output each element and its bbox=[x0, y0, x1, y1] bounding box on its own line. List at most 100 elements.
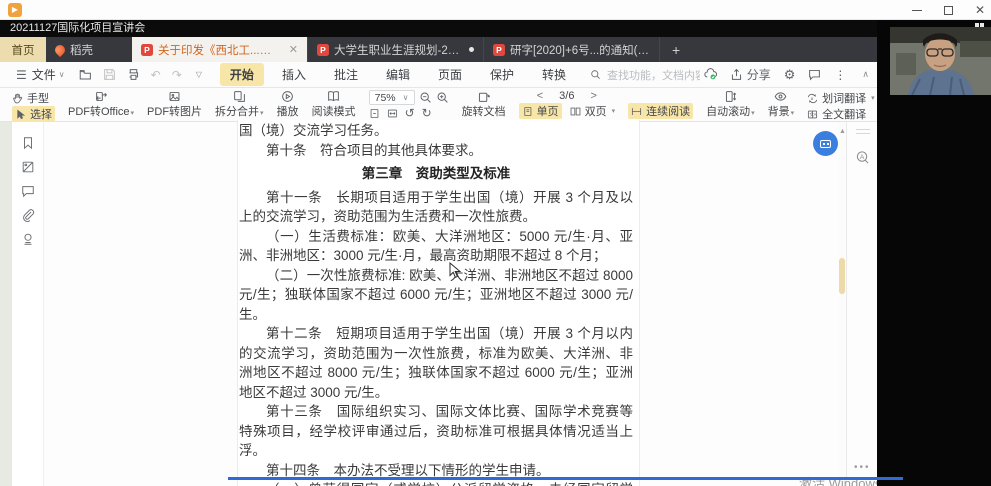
annotation-blue-line bbox=[228, 477, 903, 480]
auto-scroll-button[interactable]: 自动滚动▾ bbox=[706, 90, 755, 119]
feedback-icon[interactable] bbox=[808, 68, 821, 81]
os-titlebar: ▶ ✕ bbox=[0, 0, 991, 20]
fit-page-icon[interactable] bbox=[369, 108, 380, 119]
rotate-right-icon[interactable]: ↻ bbox=[422, 107, 432, 119]
os-maximize-button[interactable] bbox=[944, 6, 953, 15]
play-icon bbox=[281, 90, 294, 103]
page-indicator[interactable]: 3/6 bbox=[559, 90, 574, 102]
meeting-title-bar: 20211127国际化项目宣讲会 bbox=[0, 20, 991, 37]
full-translate-button[interactable]: 文A 全文翻译 bbox=[807, 106, 875, 122]
read-mode-button[interactable]: 阅读模式 bbox=[312, 90, 356, 119]
doc-line-5: （一）生活费标准：欧美、大洋洲地区：5000 元/生·月、亚 bbox=[239, 227, 633, 247]
file-menu[interactable]: 文件 bbox=[32, 66, 56, 83]
scrollbar-thumb[interactable] bbox=[839, 258, 845, 294]
os-minimize-button[interactable] bbox=[912, 10, 922, 11]
sidebar-collapse-icon[interactable]: ▲ bbox=[839, 128, 846, 135]
document-tab-0[interactable]: P关于印发《西北工...》的通知.pdf✕ bbox=[132, 37, 308, 62]
search-icon bbox=[590, 69, 601, 80]
zoom-out-icon[interactable] bbox=[419, 91, 432, 104]
zoom-in-icon[interactable] bbox=[436, 91, 449, 104]
next-page-button[interactable]: > bbox=[590, 90, 596, 102]
mouse-cursor bbox=[449, 262, 461, 279]
document-tab-1[interactable]: P大学生职业生涯规划-2021春季学期 bbox=[308, 37, 484, 62]
pdf-to-office-button[interactable]: PDF转Office▾ bbox=[68, 90, 134, 119]
sidebar-more-icon[interactable]: ••• bbox=[854, 462, 871, 473]
customize-toolbar-icon[interactable]: ▽ bbox=[196, 70, 202, 79]
pdf-to-image-button[interactable]: PDF转图片 bbox=[147, 90, 202, 119]
svg-text:a: a bbox=[811, 96, 814, 101]
menu-item-插入[interactable]: 插入 bbox=[272, 63, 316, 86]
comment-icon[interactable] bbox=[21, 184, 35, 198]
hand-icon bbox=[12, 93, 23, 104]
webcam-video[interactable] bbox=[890, 27, 991, 95]
background-button[interactable]: 背景▾ bbox=[768, 90, 795, 119]
document-tab-2[interactable]: P研字[2020]+6号...的通知(签章).pdf bbox=[484, 37, 660, 62]
meeting-title: 20211127国际化项目宣讲会 bbox=[10, 22, 145, 34]
hand-tool-button[interactable]: 手型 bbox=[12, 90, 55, 106]
wps-assistant-button[interactable] bbox=[813, 131, 838, 156]
collapse-ribbon-icon[interactable]: ∧ bbox=[862, 69, 869, 80]
menu-item-保护[interactable]: 保护 bbox=[480, 63, 524, 86]
robot-icon bbox=[820, 140, 831, 148]
eye-icon bbox=[774, 90, 787, 103]
sidebar-handle-icon[interactable] bbox=[856, 126, 870, 137]
new-tab-button[interactable]: + bbox=[660, 37, 692, 62]
rotate-left-icon[interactable]: ↺ bbox=[405, 107, 415, 119]
pdf-file-icon: P bbox=[317, 44, 329, 56]
menu-item-转换[interactable]: 转换 bbox=[532, 63, 576, 86]
hamburger-icon[interactable]: ☰ bbox=[16, 68, 27, 82]
cloud-sync-icon[interactable] bbox=[704, 68, 717, 81]
doc-line-16: 浮。 bbox=[239, 441, 633, 461]
print-icon[interactable] bbox=[127, 68, 140, 81]
recorder-app-icon: ▶ bbox=[8, 3, 22, 17]
doc-line-6: 洲、非洲地区：3000 元/生·月，最高资助期限不超过 8 个月； bbox=[239, 246, 633, 266]
rotate-doc-button[interactable]: 旋转文档 bbox=[462, 90, 506, 119]
stamp-icon[interactable] bbox=[21, 232, 35, 246]
single-page-button[interactable]: 单页 bbox=[519, 103, 562, 119]
menu-item-编辑[interactable]: 编辑 bbox=[376, 63, 420, 86]
modified-dot-icon bbox=[469, 47, 474, 52]
split-merge-icon bbox=[233, 90, 246, 103]
tab-close-icon[interactable]: ✕ bbox=[289, 43, 298, 56]
bookmark-icon[interactable] bbox=[21, 136, 35, 150]
word-translate-button[interactable]: a 划词翻译▾ bbox=[807, 90, 875, 106]
full-translate-icon: 文A bbox=[807, 109, 818, 120]
zoom-level-select[interactable]: 75%∨ bbox=[369, 90, 415, 105]
document-area: 国（境）交流学习任务。第十条 符合项目的其他具体要求。第三章 资助类型及标准第十… bbox=[0, 122, 991, 486]
tab-home[interactable]: 首页 bbox=[0, 37, 46, 62]
share-button[interactable]: 分享 bbox=[730, 66, 771, 83]
pdf-to-office-icon bbox=[95, 90, 108, 103]
doc-line-3: 第十一条 长期项目适用于学生出国（境）开展 3 个月及以 bbox=[239, 188, 633, 208]
menu-item-开始[interactable]: 开始 bbox=[220, 63, 264, 86]
open-folder-icon[interactable] bbox=[79, 68, 92, 81]
wps-tabbar: 首页 稻壳 P关于印发《西北工...》的通知.pdf✕P大学生职业生涯规划-20… bbox=[0, 37, 991, 62]
doc-line-10: 第十二条 短期项目适用于学生出国（境）开展 3 个月以内 bbox=[239, 324, 633, 344]
prev-page-button[interactable]: < bbox=[537, 90, 543, 102]
docer-flame-icon bbox=[53, 42, 67, 56]
tab-docer[interactable]: 稻壳 bbox=[46, 37, 132, 62]
search-placeholder: 查找功能，文档内容 bbox=[607, 67, 700, 83]
fit-width-icon[interactable] bbox=[387, 108, 398, 119]
search-box[interactable]: 查找功能，文档内容 bbox=[590, 67, 700, 83]
thumbnail-icon[interactable] bbox=[21, 160, 35, 174]
menu-item-页面[interactable]: 页面 bbox=[428, 63, 472, 86]
split-merge-button[interactable]: 拆分合并▾ bbox=[215, 90, 264, 119]
undo-icon[interactable]: ↶ bbox=[151, 69, 161, 81]
double-page-button[interactable]: 双页▾ bbox=[570, 103, 616, 119]
continuous-read-button[interactable]: 连续阅读 bbox=[628, 103, 693, 119]
translate-search-icon[interactable]: A bbox=[855, 150, 870, 165]
select-tool-button[interactable]: 选择 bbox=[12, 106, 55, 122]
save-icon[interactable] bbox=[103, 68, 116, 81]
play-button[interactable]: 播放 bbox=[277, 90, 299, 119]
document-scrollbar[interactable] bbox=[839, 122, 845, 486]
menu-item-批注[interactable]: 批注 bbox=[324, 63, 368, 86]
more-menu-icon[interactable]: ⋮ bbox=[834, 69, 846, 81]
os-close-button[interactable]: ✕ bbox=[975, 5, 985, 15]
cursor-icon bbox=[15, 109, 26, 120]
share-icon bbox=[730, 68, 743, 81]
attachment-icon[interactable] bbox=[21, 208, 35, 222]
svg-text:A: A bbox=[814, 112, 817, 117]
redo-icon[interactable]: ↷ bbox=[172, 69, 182, 81]
settings-gear-icon[interactable]: ⚙ bbox=[784, 69, 796, 81]
doc-line-18: （一）曾获得国家（或学校）公派留学资格，未经国家留学 bbox=[239, 480, 633, 486]
